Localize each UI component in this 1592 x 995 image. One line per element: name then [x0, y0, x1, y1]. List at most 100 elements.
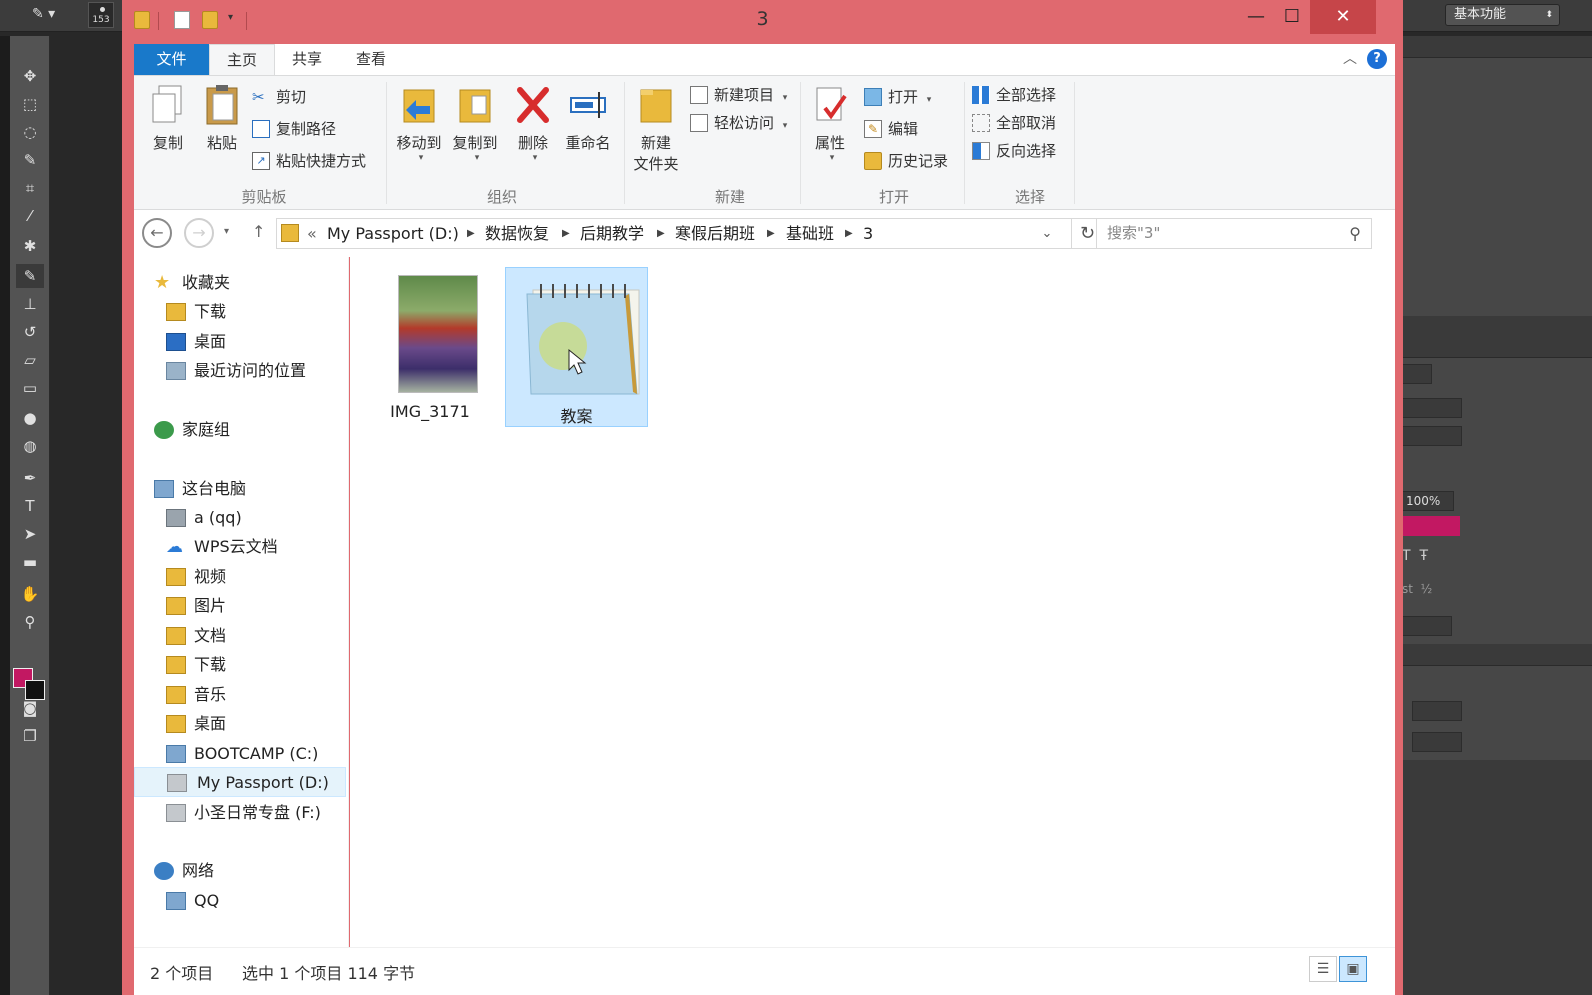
path-select-tool-icon[interactable]: ➤ [16, 522, 44, 546]
recent-locations-icon[interactable]: ▾ [224, 226, 229, 237]
copy-to-button[interactable]: 复制到 ▾ [448, 84, 502, 163]
paste-shortcut-label: 粘贴快捷方式 [276, 152, 367, 170]
chevron-right-icon[interactable]: ▶ [767, 219, 775, 248]
rename-button[interactable]: 重命名 [560, 84, 616, 153]
type-tool-icon[interactable]: T [16, 494, 44, 518]
open-button[interactable]: 打开 ▾ [864, 84, 931, 110]
brush-tool-icon[interactable]: ✎ ▾ [32, 6, 62, 24]
marquee-tool-icon[interactable]: ⬚ [16, 92, 44, 116]
new-folder-button[interactable]: 新建 文件夹 [628, 84, 684, 174]
back-button[interactable]: ← [142, 218, 172, 248]
paste-shortcut-button[interactable]: ↗ 粘贴快捷方式 [252, 148, 366, 174]
cut-button[interactable]: ✂ 剪切 [252, 84, 306, 110]
history-brush-tool-icon[interactable]: ↺ [16, 320, 44, 344]
panel-dropdown[interactable] [1402, 616, 1452, 636]
delete-button[interactable]: 删除 ▾ [510, 84, 556, 163]
nav-label: 家庭组 [182, 420, 231, 439]
nav-my-passport[interactable]: My Passport (D:) [134, 767, 346, 797]
collapse-ribbon-icon[interactable]: ︿ [1343, 48, 1357, 68]
crumb-winter-class[interactable]: 寒假后期班 [675, 219, 755, 248]
brush-tool-icon[interactable]: ✎ [16, 264, 44, 288]
panel-dropdown[interactable] [1412, 701, 1462, 721]
nav-label: 小圣日常专盘 (F:) [194, 803, 321, 822]
workspace-selector[interactable]: 基本功能 ⬍ [1445, 4, 1560, 26]
crumb-data-recovery[interactable]: 数据恢复 [485, 219, 549, 248]
select-none-button[interactable]: 全部取消 [972, 110, 1056, 136]
up-button[interactable]: ↑ [252, 222, 265, 241]
eyedropper-tool-icon[interactable]: ⁄ [16, 204, 44, 228]
item-count: 2 个项目 [150, 964, 214, 983]
file-item-text[interactable]: 教案 [505, 267, 648, 427]
shape-tool-icon[interactable]: ▬ [16, 550, 44, 574]
forward-button[interactable]: → [184, 218, 214, 248]
fraction-icon[interactable]: st ½ [1402, 582, 1432, 596]
address-history-dropdown[interactable]: ⌄ [1029, 218, 1065, 249]
ribbon: 复制 粘贴 ✂ 剪切 复制路径 ↗ 粘贴快捷方式 剪贴板 移动到 ▾ 复制到 ▾… [134, 75, 1395, 210]
panel-dropdown[interactable] [1402, 398, 1462, 418]
select-all-button[interactable]: 全部选择 [972, 82, 1056, 108]
gradient-tool-icon[interactable]: ▭ [16, 376, 44, 400]
close-button[interactable]: ✕ [1310, 0, 1376, 34]
chevron-right-icon[interactable]: ▶ [845, 219, 853, 248]
crumb-drive[interactable]: My Passport (D:) [327, 219, 459, 248]
move-tool-icon[interactable]: ✥ [16, 64, 44, 88]
new-item-button[interactable]: 新建项目 ▾ [690, 82, 787, 108]
minimize-button[interactable]: — [1238, 0, 1274, 34]
crumb-post-teaching[interactable]: 后期教学 [580, 219, 644, 248]
search-icon[interactable]: ⚲ [1349, 224, 1361, 243]
panel-dropdown[interactable] [1402, 364, 1432, 384]
move-to-button[interactable]: 移动到 ▾ [392, 84, 446, 163]
panel-dropdown[interactable] [1402, 426, 1462, 446]
quick-select-tool-icon[interactable]: ✎ [16, 148, 44, 172]
tab-share[interactable]: 共享 [275, 44, 339, 75]
opacity-field[interactable]: 100% [1402, 491, 1454, 511]
easy-access-button[interactable]: 轻松访问 ▾ [690, 110, 787, 136]
ribbon-separator [1074, 82, 1075, 204]
healing-tool-icon[interactable]: ✱ [16, 234, 44, 258]
stamp-tool-icon[interactable]: ⊥ [16, 292, 44, 316]
properties-button[interactable]: 属性 ▾ [808, 84, 852, 163]
search-placeholder: 搜索"3" [1107, 224, 1161, 242]
large-icons-view-button[interactable]: ▣ [1339, 956, 1367, 982]
color-swatch[interactable] [1402, 516, 1460, 536]
blur-tool-icon[interactable]: ● [16, 406, 44, 430]
zoom-tool-icon[interactable]: ⚲ [16, 610, 44, 634]
crumb-basic-class[interactable]: 基础班 [786, 219, 834, 248]
opacity-value: 100% [1406, 494, 1441, 508]
maximize-button[interactable]: ☐ [1274, 0, 1310, 34]
user-folder-icon [166, 509, 186, 527]
eraser-tool-icon[interactable]: ▱ [16, 348, 44, 372]
crop-tool-icon[interactable]: ⌗ [16, 176, 44, 200]
hand-tool-icon[interactable]: ✋ [16, 582, 44, 606]
edit-button[interactable]: ✎ 编辑 [864, 116, 918, 142]
open-label: 打开 [888, 88, 919, 106]
screen-mode-icon[interactable]: ❐ [16, 724, 44, 748]
panel-dropdown[interactable] [1412, 732, 1462, 752]
details-view-button[interactable]: ☰ [1309, 956, 1337, 982]
tab-view[interactable]: 查看 [339, 44, 403, 75]
invert-selection-button[interactable]: 反向选择 [972, 138, 1056, 164]
chevron-right-icon[interactable]: ▶ [467, 219, 475, 248]
copy-path-button[interactable]: 复制路径 [252, 116, 336, 142]
help-icon[interactable]: ? [1367, 49, 1387, 69]
paste-button[interactable]: 粘贴 [198, 84, 246, 153]
search-box[interactable]: 搜索"3" ⚲ [1096, 218, 1372, 249]
lasso-tool-icon[interactable]: ◌ [16, 120, 44, 144]
tab-home[interactable]: 主页 [209, 44, 275, 75]
address-bar[interactable]: « My Passport (D:) ▶ 数据恢复 ▶ 后期教学 ▶ 寒假后期班… [276, 218, 1072, 249]
overflow-crumb[interactable]: « [307, 219, 317, 248]
copy-button[interactable]: 复制 [144, 84, 192, 153]
quick-mask-icon[interactable]: ◙ [16, 696, 44, 720]
chevron-right-icon[interactable]: ▶ [562, 219, 570, 248]
crumb-current[interactable]: 3 [863, 219, 873, 248]
pen-tool-icon[interactable]: ✒ [16, 466, 44, 490]
file-item-image[interactable]: IMG_3171 [378, 267, 482, 427]
text-style-icons[interactable]: T Ŧ [1402, 548, 1428, 564]
brush-size-picker[interactable]: 153 [88, 2, 114, 28]
move-to-icon [400, 84, 438, 126]
history-button[interactable]: 历史记录 [864, 148, 948, 174]
dodge-tool-icon[interactable]: ◍ [16, 434, 44, 458]
tab-file[interactable]: 文件 [134, 44, 209, 75]
chevron-right-icon[interactable]: ▶ [657, 219, 665, 248]
rename-icon [569, 84, 607, 126]
